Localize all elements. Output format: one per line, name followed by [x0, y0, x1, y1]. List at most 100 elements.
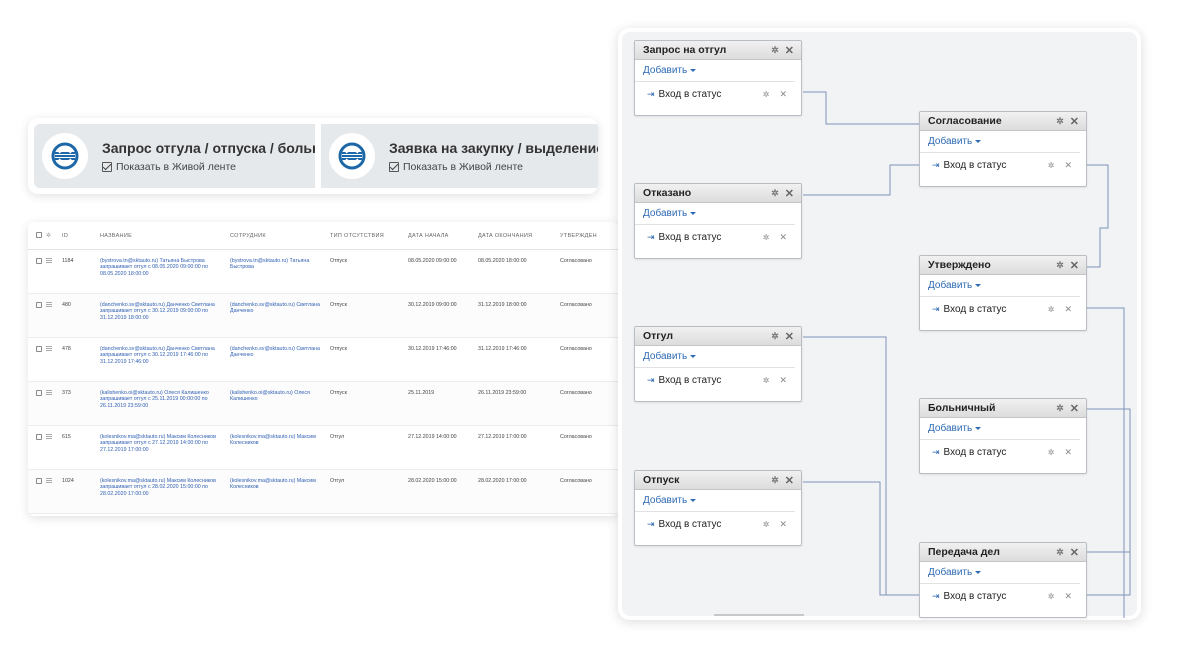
column-header-end[interactable]: ДАТА ОКОНЧАНИЯ: [478, 233, 560, 239]
gear-icon[interactable]: ✲: [763, 233, 770, 242]
close-icon[interactable]: ✕: [1070, 115, 1079, 128]
gear-icon[interactable]: ✲: [763, 520, 770, 529]
table-row[interactable]: 1024 (kolesnikov.ma@sktauto.ru) Максим Ко…: [28, 470, 618, 514]
row-checkbox[interactable]: [36, 434, 42, 440]
status-entry-action[interactable]: ⇥ Вход в статус ✲ ✕: [635, 368, 801, 392]
close-icon[interactable]: ✕: [785, 330, 794, 343]
cell-employee-link[interactable]: (kalishenko.oi@sktauto.ru) Олеся Калишен…: [230, 390, 330, 403]
status-node-header[interactable]: Отпуск ✲ ✕: [635, 471, 801, 490]
row-menu-icon[interactable]: [46, 258, 52, 263]
status-node[interactable]: Запрос на отгул ✲ ✕ Добавить ⇥ Вход в ст…: [634, 40, 802, 116]
table-row[interactable]: 1184 (bystrova.tn@sktauto.ru) Татьяна Быс…: [28, 250, 618, 294]
cell-employee-link[interactable]: (danchenko.sv@sktauto.ru) Светлана Данче…: [230, 302, 330, 315]
status-node[interactable]: Согласование ✲ ✕ Добавить ⇥ Вход в стату…: [919, 111, 1087, 187]
cell-employee-link[interactable]: (kolesnikov.ma@sktauto.ru) Максим Колесн…: [230, 478, 330, 491]
status-entry-action[interactable]: ⇥ Вход в статус ✲ ✕: [635, 82, 801, 106]
close-icon[interactable]: ✕: [785, 187, 794, 200]
close-icon[interactable]: ✕: [785, 44, 794, 57]
gear-icon[interactable]: ✲: [771, 45, 779, 56]
close-icon[interactable]: ✕: [1064, 447, 1072, 458]
row-menu-icon[interactable]: [46, 302, 52, 307]
show-in-feed-checkbox[interactable]: Показать в Живой ленте: [389, 161, 598, 173]
gear-icon[interactable]: ✲: [1048, 448, 1055, 457]
close-icon[interactable]: ✕: [779, 519, 787, 530]
status-entry-action[interactable]: ⇥ Вход в статус ✲ ✕: [920, 153, 1086, 177]
gear-icon[interactable]: ✲: [771, 331, 779, 342]
status-node-header[interactable]: Больничный ✲ ✕: [920, 399, 1086, 418]
status-node-header[interactable]: Запрос на отгул ✲ ✕: [635, 41, 801, 60]
status-node[interactable]: Больничный ✲ ✕ Добавить ⇥ Вход в статус …: [919, 398, 1087, 474]
gear-icon[interactable]: ✲: [46, 232, 62, 239]
status-node-header[interactable]: Отказано ✲ ✕: [635, 184, 801, 203]
column-header-name[interactable]: НАЗВАНИЕ: [100, 233, 230, 239]
status-node[interactable]: Утверждено ✲ ✕ Добавить ⇥ Вход в статус …: [919, 255, 1087, 331]
add-dropdown[interactable]: Добавить: [920, 562, 1080, 584]
row-menu-icon[interactable]: [46, 390, 52, 395]
status-entry-action[interactable]: ⇥ Вход в статус ✲ ✕: [920, 297, 1086, 321]
column-header-employee[interactable]: СОТРУДНИК: [230, 233, 330, 239]
checkbox-icon[interactable]: [102, 161, 112, 172]
row-checkbox[interactable]: [36, 390, 42, 396]
checkbox-icon[interactable]: [389, 161, 399, 172]
status-node[interactable]: Отгул ✲ ✕ Добавить ⇥ Вход в статус ✲ ✕: [634, 326, 802, 402]
table-row[interactable]: 615 (kolesnikov.ma@sktauto.ru) Максим Кол…: [28, 426, 618, 470]
close-icon[interactable]: ✕: [1064, 591, 1072, 602]
gear-icon[interactable]: ✲: [771, 475, 779, 486]
gear-icon[interactable]: ✲: [763, 90, 770, 99]
add-dropdown[interactable]: Добавить: [635, 60, 795, 82]
gear-icon[interactable]: ✲: [1056, 403, 1064, 414]
cell-name-link[interactable]: (kolesnikov.ma@sktauto.ru) Максим Колесн…: [100, 478, 230, 497]
column-header-id[interactable]: ID: [62, 233, 100, 239]
column-header-start[interactable]: ДАТА НАЧАЛА: [408, 233, 478, 239]
cell-employee-link[interactable]: (bystrova.tn@sktauto.ru) Татьяна Быстров…: [230, 258, 330, 271]
row-checkbox[interactable]: [36, 302, 42, 308]
table-row[interactable]: 480 (danchenko.sv@sktauto.ru) Данченко Св…: [28, 294, 618, 338]
cell-employee-link[interactable]: (kolesnikov.ma@sktauto.ru) Максим Колесн…: [230, 434, 330, 447]
cell-name-link[interactable]: (kolesnikov.ma@sktauto.ru) Максим Колесн…: [100, 434, 230, 453]
status-entry-action[interactable]: ⇥ Вход в статус ✲ ✕: [635, 225, 801, 249]
close-icon[interactable]: ✕: [785, 474, 794, 487]
status-node[interactable]: Отказано ✲ ✕ Добавить ⇥ Вход в статус ✲ …: [634, 183, 802, 259]
table-row[interactable]: 373 (kalishenko.oi@sktauto.ru) Олеся Кали…: [28, 382, 618, 426]
add-dropdown[interactable]: Добавить: [635, 203, 795, 225]
gear-icon[interactable]: ✲: [1048, 161, 1055, 170]
table-row[interactable]: 478 (danchenko.sv@sktauto.ru) Данченко Св…: [28, 338, 618, 382]
close-icon[interactable]: ✕: [1064, 160, 1072, 171]
status-node-header[interactable]: Утверждено ✲ ✕: [920, 256, 1086, 275]
close-icon[interactable]: ✕: [1064, 304, 1072, 315]
row-checkbox[interactable]: [36, 258, 42, 264]
row-menu-icon[interactable]: [46, 434, 52, 439]
close-icon[interactable]: ✕: [779, 375, 787, 386]
status-node-header[interactable]: Согласование ✲ ✕: [920, 112, 1086, 131]
process-card[interactable]: Заявка на закупку / выделение с... Показ…: [321, 124, 598, 188]
status-node[interactable]: Передача дел ✲ ✕ Добавить ⇥ Вход в стату…: [919, 542, 1087, 618]
gear-icon[interactable]: ✲: [1056, 116, 1064, 127]
add-dropdown[interactable]: Добавить: [635, 490, 795, 512]
show-in-feed-checkbox[interactable]: Показать в Живой ленте: [102, 161, 315, 173]
row-checkbox[interactable]: [36, 346, 42, 352]
status-node-header[interactable]: Отгул ✲ ✕: [635, 327, 801, 346]
row-menu-icon[interactable]: [46, 346, 52, 351]
close-icon[interactable]: ✕: [1070, 402, 1079, 415]
column-header-type[interactable]: ТИП ОТСУТСТВИЯ: [330, 233, 408, 239]
column-header-approved[interactable]: УТВЕРЖДЕН: [560, 233, 618, 239]
scrollbar[interactable]: [714, 614, 804, 616]
cell-employee-link[interactable]: (danchenko.sv@sktauto.ru) Светлана Данче…: [230, 346, 330, 359]
close-icon[interactable]: ✕: [1070, 259, 1079, 272]
process-card[interactable]: Запрос отгула / отпуска / больни... Пока…: [34, 124, 315, 188]
status-entry-action[interactable]: ⇥ Вход в статус ✲ ✕: [920, 584, 1086, 608]
cell-name-link[interactable]: (kalishenko.oi@sktauto.ru) Олеся Калишен…: [100, 390, 230, 409]
cell-name-link[interactable]: (danchenko.sv@sktauto.ru) Данченко Светл…: [100, 302, 230, 321]
add-dropdown[interactable]: Добавить: [920, 275, 1080, 297]
close-icon[interactable]: ✕: [779, 232, 787, 243]
status-entry-action[interactable]: ⇥ Вход в статус ✲ ✕: [635, 512, 801, 536]
select-all-checkbox[interactable]: [36, 231, 42, 238]
row-menu-icon[interactable]: [46, 478, 52, 483]
add-dropdown[interactable]: Добавить: [635, 346, 795, 368]
gear-icon[interactable]: ✲: [1056, 260, 1064, 271]
cell-name-link[interactable]: (danchenko.sv@sktauto.ru) Данченко Светл…: [100, 346, 230, 365]
gear-icon[interactable]: ✲: [771, 188, 779, 199]
status-node[interactable]: Отпуск ✲ ✕ Добавить ⇥ Вход в статус ✲ ✕: [634, 470, 802, 546]
add-dropdown[interactable]: Добавить: [920, 418, 1080, 440]
status-entry-action[interactable]: ⇥ Вход в статус ✲ ✕: [920, 440, 1086, 464]
